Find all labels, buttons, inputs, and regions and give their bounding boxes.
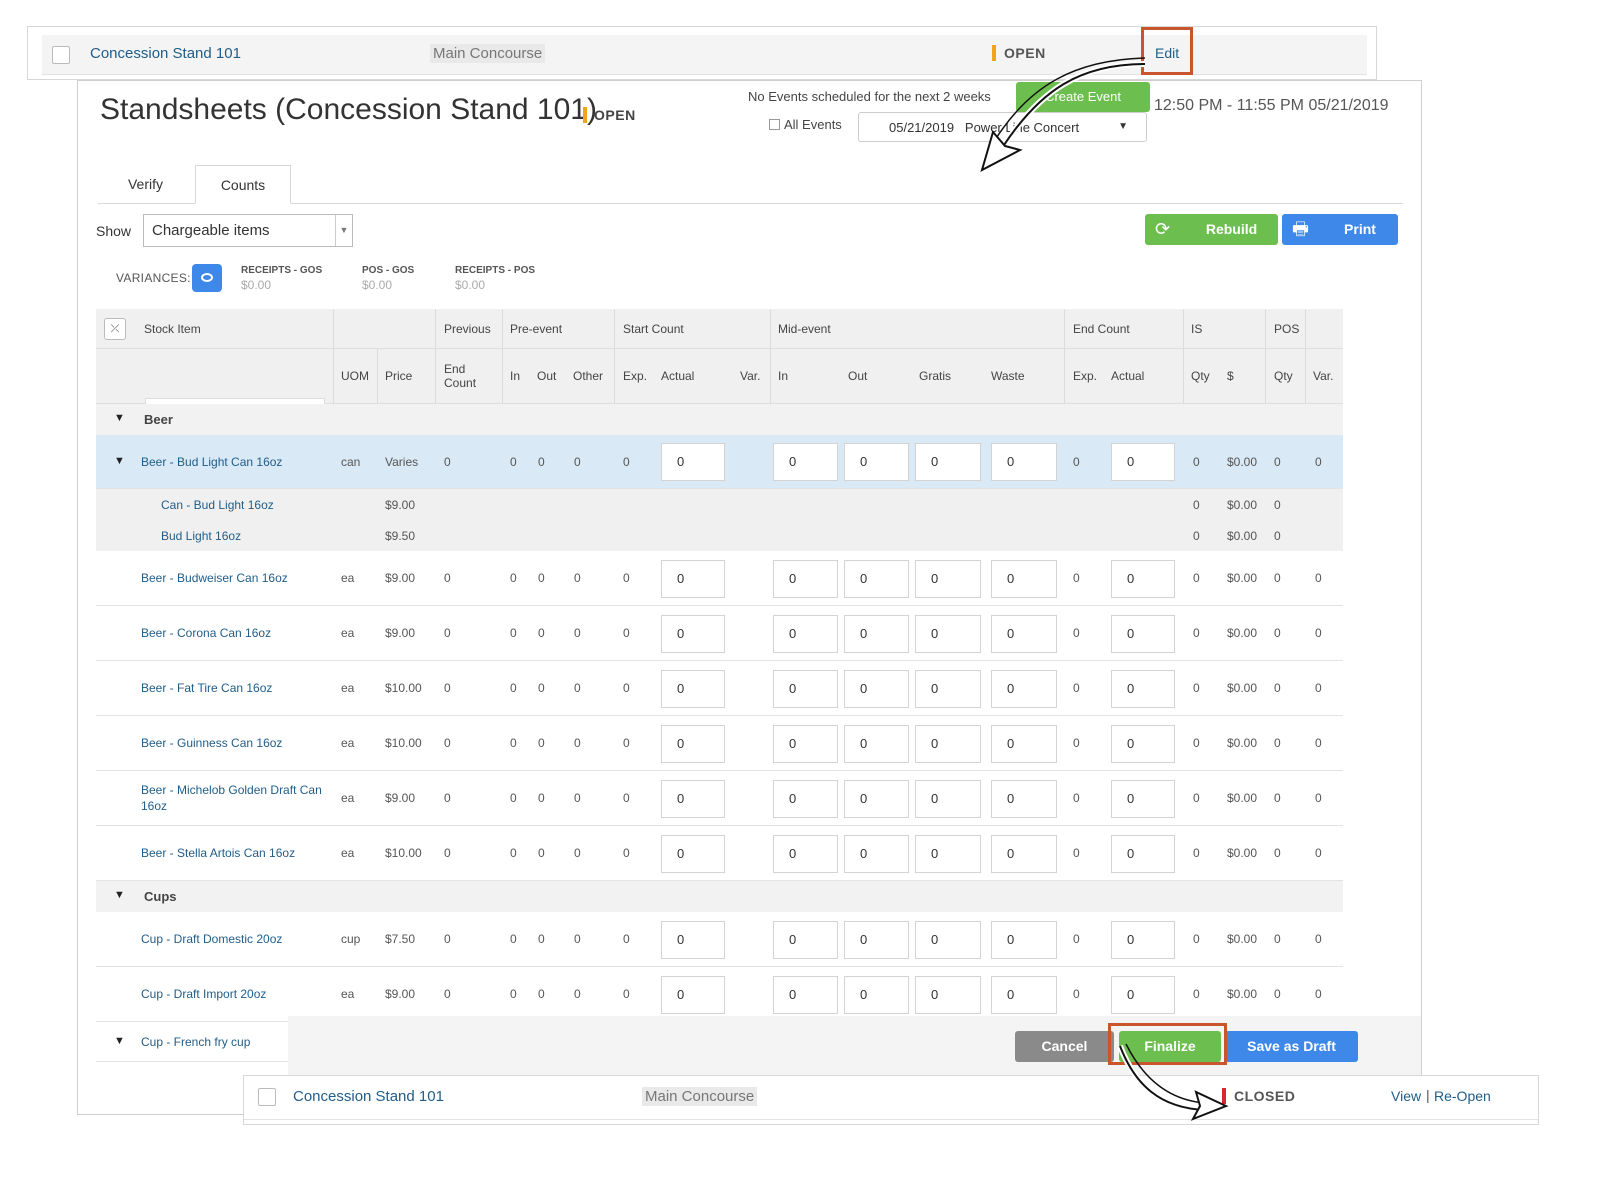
curved-arrow-icon [1117, 1043, 1229, 1121]
annotation-arrows [980, 57, 1229, 1121]
curved-arrow-icon [980, 57, 1146, 172]
